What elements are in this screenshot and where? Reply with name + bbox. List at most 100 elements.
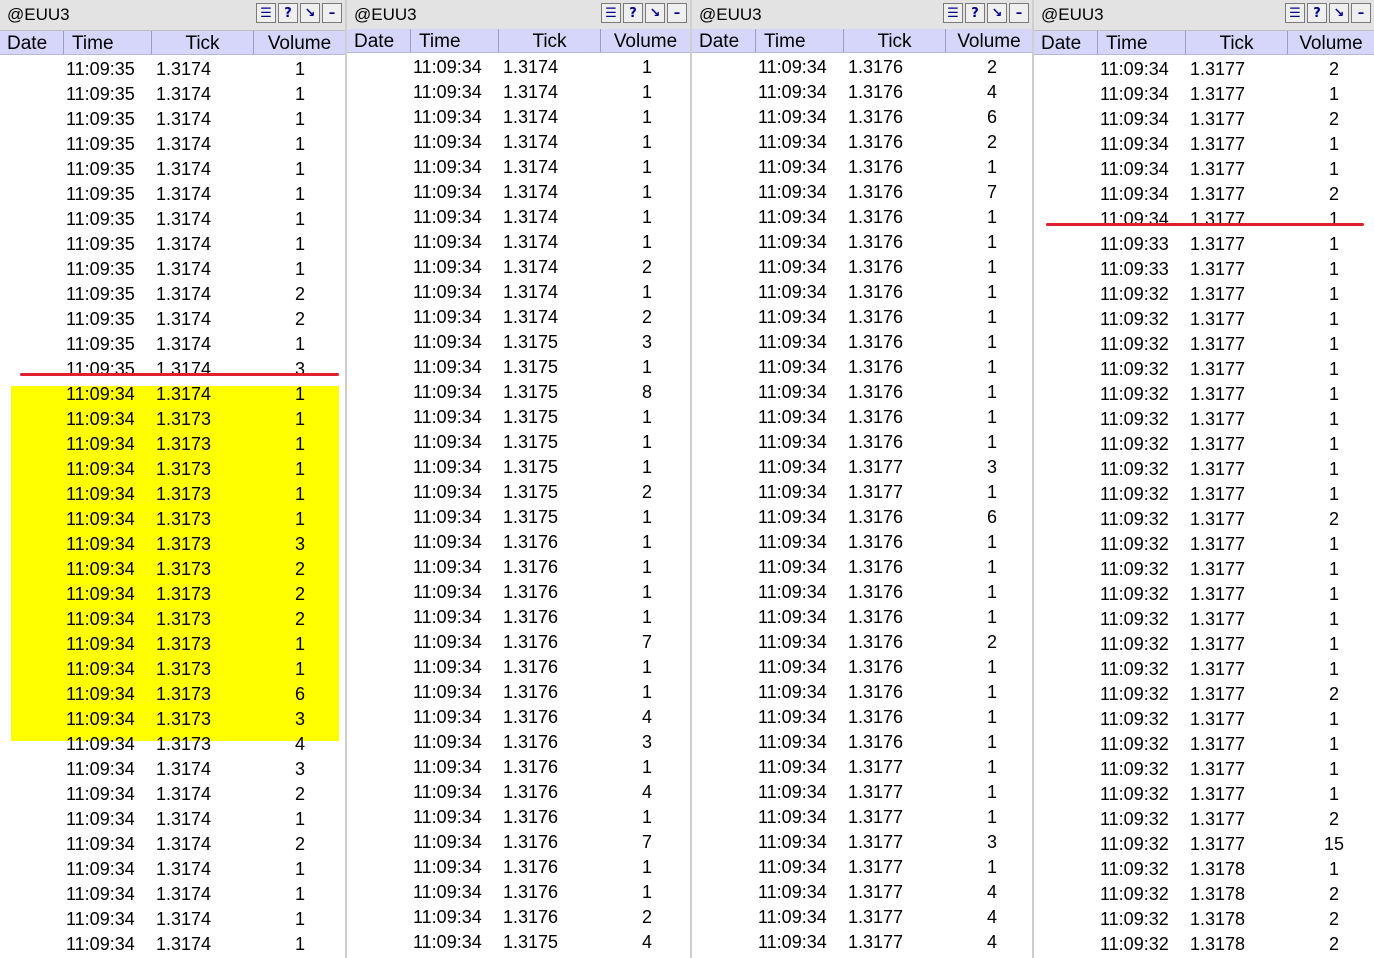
tick-row[interactable]: 11:09:32 1.3177 1 bbox=[1034, 358, 1374, 383]
tick-row[interactable]: 11:09:34 1.3176 2 bbox=[692, 56, 1032, 81]
column-header-time[interactable]: Time bbox=[1098, 31, 1186, 54]
column-header-time[interactable]: Time bbox=[756, 29, 844, 52]
help-icon[interactable]: ? bbox=[1307, 3, 1327, 23]
tick-row[interactable]: 11:09:35 1.3174 1 bbox=[0, 108, 345, 133]
tick-row[interactable]: 11:09:34 1.3177 4 bbox=[692, 881, 1032, 906]
tick-row[interactable]: 11:09:35 1.3174 1 bbox=[0, 183, 345, 208]
tick-row[interactable]: 11:09:34 1.3176 4 bbox=[692, 81, 1032, 106]
tick-row[interactable]: 11:09:34 1.3177 4 bbox=[692, 931, 1032, 956]
tick-row[interactable]: 11:09:34 1.3176 1 bbox=[347, 756, 690, 781]
tick-row[interactable]: 11:09:34 1.3176 1 bbox=[347, 856, 690, 881]
tick-row[interactable]: 11:09:34 1.3173 2 bbox=[0, 583, 345, 608]
tick-row[interactable]: 11:09:34 1.3175 1 bbox=[347, 506, 690, 531]
column-header-date[interactable]: Date bbox=[0, 31, 64, 54]
tick-row[interactable]: 11:09:34 1.3176 4 bbox=[347, 781, 690, 806]
tick-row[interactable]: 11:09:34 1.3177 1 bbox=[692, 806, 1032, 831]
tick-row[interactable]: 11:09:34 1.3176 1 bbox=[347, 881, 690, 906]
tick-row[interactable]: 11:09:34 1.3176 1 bbox=[692, 431, 1032, 456]
tick-row[interactable]: 11:09:32 1.3177 1 bbox=[1034, 383, 1374, 408]
tick-row[interactable]: 11:09:34 1.3173 3 bbox=[0, 708, 345, 733]
tick-row[interactable]: 11:09:34 1.3176 1 bbox=[692, 556, 1032, 581]
tick-row[interactable]: 11:09:34 1.3177 2 bbox=[1034, 183, 1374, 208]
tick-row[interactable]: 11:09:34 1.3174 1 bbox=[347, 81, 690, 106]
tick-row[interactable]: 11:09:34 1.3174 1 bbox=[0, 383, 345, 408]
tick-row[interactable]: 11:09:34 1.3176 1 bbox=[692, 281, 1032, 306]
tick-row[interactable]: 11:09:34 1.3174 1 bbox=[347, 156, 690, 181]
tick-row[interactable]: 11:09:34 1.3176 2 bbox=[692, 131, 1032, 156]
tick-row[interactable]: 11:09:34 1.3176 1 bbox=[692, 356, 1032, 381]
tick-row[interactable]: 11:09:34 1.3176 1 bbox=[692, 381, 1032, 406]
tick-row[interactable]: 11:09:34 1.3176 1 bbox=[692, 206, 1032, 231]
tick-row[interactable]: 11:09:34 1.3173 1 bbox=[0, 433, 345, 458]
tick-row[interactable]: 11:09:32 1.3177 1 bbox=[1034, 458, 1374, 483]
tick-row[interactable]: 11:09:32 1.3177 1 bbox=[1034, 408, 1374, 433]
window-titlebar[interactable]: @EUU3 ☰? ↘ – bbox=[1034, 0, 1374, 31]
tick-row[interactable]: 11:09:34 1.3175 4 bbox=[347, 931, 690, 956]
tick-row[interactable]: 11:09:32 1.3177 1 bbox=[1034, 633, 1374, 658]
tick-row[interactable]: 11:09:34 1.3176 3 bbox=[347, 731, 690, 756]
tick-row[interactable]: 11:09:34 1.3176 1 bbox=[692, 156, 1032, 181]
tick-row[interactable]: 11:09:34 1.3176 1 bbox=[692, 731, 1032, 756]
tick-row[interactable]: 11:09:32 1.3178 2 bbox=[1034, 883, 1374, 908]
column-header-tick[interactable]: Tick bbox=[844, 29, 946, 52]
tick-row[interactable]: 11:09:32 1.3177 2 bbox=[1034, 683, 1374, 708]
tick-row[interactable]: 11:09:34 1.3175 1 bbox=[347, 406, 690, 431]
tick-row[interactable]: 11:09:34 1.3176 7 bbox=[692, 181, 1032, 206]
tick-row[interactable]: 11:09:33 1.3177 1 bbox=[1034, 258, 1374, 283]
tick-row[interactable]: 11:09:35 1.3174 2 bbox=[0, 308, 345, 333]
tick-row[interactable]: 11:09:34 1.3176 6 bbox=[692, 506, 1032, 531]
tick-row[interactable]: 11:09:34 1.3177 2 bbox=[1034, 108, 1374, 133]
tick-row[interactable]: 11:09:35 1.3174 1 bbox=[0, 158, 345, 183]
tick-row[interactable]: 11:09:34 1.3177 2 bbox=[1034, 58, 1374, 83]
tick-row[interactable]: 11:09:34 1.3173 1 bbox=[0, 633, 345, 658]
tick-row[interactable]: 11:09:35 1.3174 1 bbox=[0, 208, 345, 233]
help-icon[interactable]: ? bbox=[278, 3, 298, 23]
column-header-date[interactable]: Date bbox=[347, 29, 411, 52]
tick-row[interactable]: 11:09:32 1.3177 1 bbox=[1034, 758, 1374, 783]
tick-row[interactable]: 11:09:32 1.3177 1 bbox=[1034, 608, 1374, 633]
tick-row[interactable]: 11:09:32 1.3177 1 bbox=[1034, 333, 1374, 358]
tick-row[interactable]: 11:09:32 1.3177 1 bbox=[1034, 283, 1374, 308]
minimize-icon[interactable]: – bbox=[1351, 3, 1371, 23]
pin-icon[interactable]: ↘ bbox=[645, 3, 665, 23]
tick-row[interactable]: 11:09:34 1.3176 1 bbox=[692, 231, 1032, 256]
tick-row[interactable]: 11:09:34 1.3175 1 bbox=[347, 431, 690, 456]
tick-row[interactable]: 11:09:34 1.3176 1 bbox=[692, 581, 1032, 606]
tick-row[interactable]: 11:09:34 1.3174 3 bbox=[0, 758, 345, 783]
tick-row[interactable]: 11:09:34 1.3176 1 bbox=[347, 556, 690, 581]
tick-row[interactable]: 11:09:34 1.3174 1 bbox=[0, 933, 345, 958]
window-titlebar[interactable]: @EUU3 ☰? ↘ – bbox=[347, 0, 690, 31]
tick-row[interactable]: 11:09:34 1.3173 6 bbox=[0, 683, 345, 708]
column-header-time[interactable]: Time bbox=[411, 29, 499, 52]
tick-row[interactable]: 11:09:34 1.3174 1 bbox=[347, 106, 690, 131]
tick-row[interactable]: 11:09:34 1.3176 1 bbox=[347, 656, 690, 681]
tick-row[interactable]: 11:09:34 1.3177 1 bbox=[1034, 208, 1374, 233]
tick-row[interactable]: 11:09:34 1.3174 2 bbox=[347, 306, 690, 331]
column-header-tick[interactable]: Tick bbox=[499, 29, 601, 52]
tick-row[interactable]: 11:09:34 1.3174 1 bbox=[347, 56, 690, 81]
tick-row[interactable]: 11:09:34 1.3177 1 bbox=[1034, 133, 1374, 158]
tick-row[interactable]: 11:09:34 1.3176 1 bbox=[347, 606, 690, 631]
tick-row[interactable]: 11:09:32 1.3178 2 bbox=[1034, 908, 1374, 933]
tick-row[interactable]: 11:09:32 1.3177 1 bbox=[1034, 658, 1374, 683]
tick-row[interactable]: 11:09:33 1.3177 1 bbox=[1034, 233, 1374, 258]
tick-row[interactable]: 11:09:32 1.3178 1 bbox=[1034, 858, 1374, 883]
tick-row[interactable]: 11:09:35 1.3174 1 bbox=[0, 258, 345, 283]
tick-row[interactable]: 11:09:34 1.3176 1 bbox=[692, 331, 1032, 356]
tick-row[interactable]: 11:09:32 1.3177 1 bbox=[1034, 733, 1374, 758]
tick-row[interactable]: 11:09:32 1.3177 1 bbox=[1034, 433, 1374, 458]
column-header-time[interactable]: Time bbox=[64, 31, 152, 54]
tick-row[interactable]: 11:09:32 1.3177 1 bbox=[1034, 483, 1374, 508]
tick-row[interactable]: 11:09:34 1.3176 1 bbox=[347, 581, 690, 606]
tick-row[interactable]: 11:09:34 1.3176 1 bbox=[692, 681, 1032, 706]
properties-icon[interactable]: ☰ bbox=[1285, 3, 1305, 23]
tick-row[interactable]: 11:09:34 1.3176 1 bbox=[692, 706, 1032, 731]
tick-row[interactable]: 11:09:34 1.3174 1 bbox=[347, 131, 690, 156]
tick-row[interactable]: 11:09:32 1.3177 2 bbox=[1034, 508, 1374, 533]
tick-row[interactable]: 11:09:34 1.3176 2 bbox=[692, 631, 1032, 656]
tick-row[interactable]: 11:09:32 1.3177 1 bbox=[1034, 533, 1374, 558]
tick-row[interactable]: 11:09:34 1.3177 3 bbox=[692, 456, 1032, 481]
tick-row[interactable]: 11:09:34 1.3174 1 bbox=[347, 231, 690, 256]
column-header-volume[interactable]: Volume bbox=[601, 29, 690, 52]
tick-row[interactable]: 11:09:34 1.3176 1 bbox=[692, 656, 1032, 681]
